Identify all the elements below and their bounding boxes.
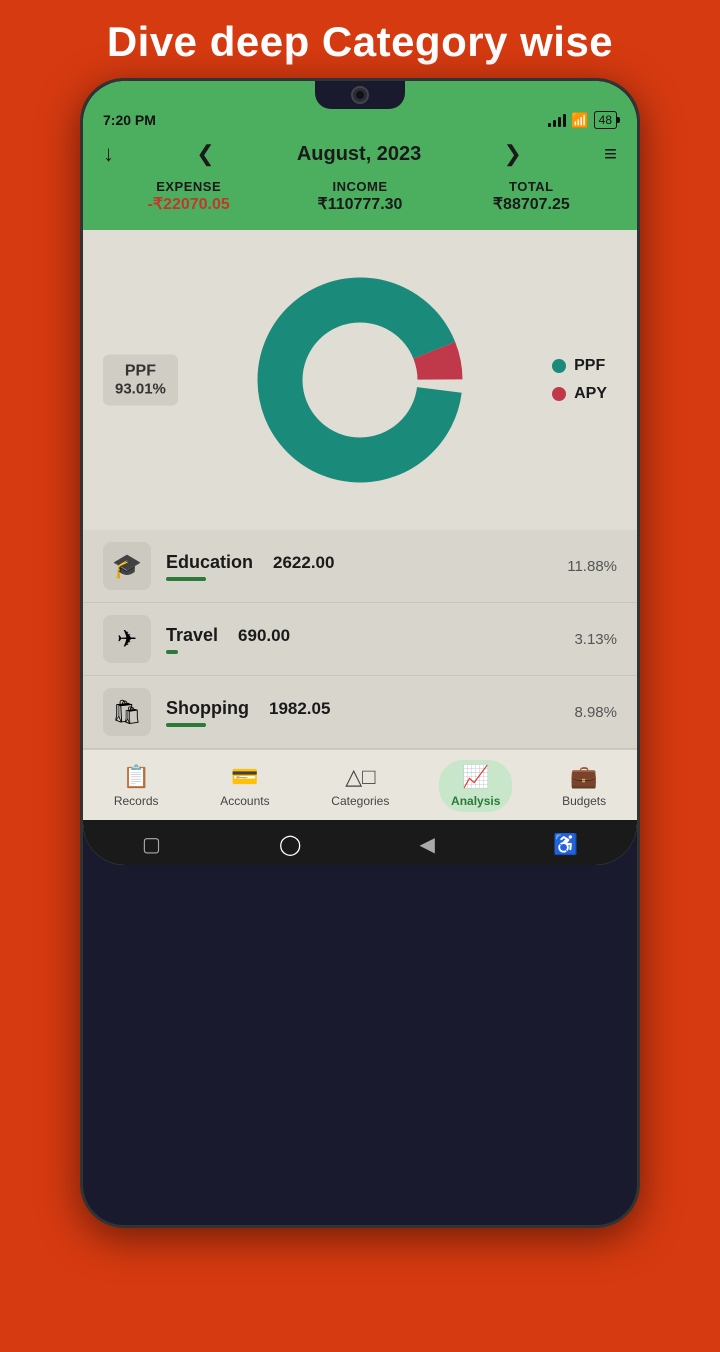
- education-amount: 2622.00: [273, 553, 334, 573]
- total-summary: TOTAL ₹88707.25: [446, 179, 617, 214]
- legend-ppf-label: PPF: [574, 357, 605, 375]
- education-icon: 🎓: [103, 542, 151, 590]
- nav-accounts[interactable]: 💳 Accounts: [208, 760, 281, 812]
- income-label: INCOME: [274, 179, 445, 194]
- budgets-label: Budgets: [562, 794, 606, 808]
- records-icon: 📋: [122, 764, 149, 790]
- shopping-bar: [166, 723, 206, 727]
- home-indicator: ▢ ◯ ◀ ♿: [83, 820, 637, 865]
- category-item-shopping[interactable]: 🛍 Shopping 1982.05 8.98%: [83, 676, 637, 749]
- records-label: Records: [114, 794, 159, 808]
- home-btn[interactable]: ◯: [279, 832, 301, 857]
- expense-label: EXPENSE: [103, 179, 274, 194]
- legend-apy: APY: [552, 385, 607, 403]
- download-icon[interactable]: ↓: [103, 141, 114, 167]
- side-button-right: [638, 281, 640, 361]
- chart-area: PPF 93.01%: [83, 230, 637, 530]
- prev-month-icon[interactable]: ❮: [196, 141, 214, 167]
- shopping-pct: 8.98%: [562, 704, 617, 721]
- travel-bar: [166, 650, 178, 654]
- app-header: ↓ ❮ August, 2023 ❯ ≡ EXPENSE -₹22070.05 …: [83, 133, 637, 230]
- education-name-row: Education 2622.00: [166, 552, 547, 573]
- camera-lens: [351, 86, 369, 104]
- status-time: 7:20 PM: [103, 112, 156, 128]
- camera-bump: [315, 81, 405, 109]
- legend-box: PPF APY: [552, 357, 607, 403]
- travel-name-row: Travel 690.00: [166, 625, 547, 646]
- battery-icon: 48: [594, 111, 617, 129]
- summary-row: EXPENSE -₹22070.05 INCOME ₹110777.30 TOT…: [103, 175, 617, 218]
- donut-inner: [308, 328, 412, 432]
- legend-apy-dot: [552, 387, 566, 401]
- month-display: August, 2023: [297, 143, 421, 166]
- accounts-label: Accounts: [220, 794, 269, 808]
- legend-ppf-dot: [552, 359, 566, 373]
- travel-pct: 3.13%: [562, 631, 617, 648]
- expense-value: -₹22070.05: [103, 194, 274, 214]
- education-name: Education: [166, 552, 253, 573]
- phone-frame: 7:20 PM 📶 48 ↓ ❮ August, 2: [80, 78, 640, 1228]
- total-label: TOTAL: [446, 179, 617, 194]
- recent-apps-btn[interactable]: ▢: [142, 832, 161, 857]
- shopping-amount: 1982.05: [269, 699, 330, 719]
- shopping-info: Shopping 1982.05: [166, 698, 547, 727]
- filter-icon[interactable]: ≡: [604, 141, 617, 167]
- chart-label-box: PPF 93.01%: [103, 355, 178, 406]
- travel-amount: 690.00: [238, 626, 290, 646]
- shopping-name: Shopping: [166, 698, 249, 719]
- phone-screen: 7:20 PM 📶 48 ↓ ❮ August, 2: [83, 81, 637, 865]
- income-value: ₹110777.30: [274, 194, 445, 214]
- signal-icon: [548, 113, 566, 127]
- chart-label-pct: 93.01%: [115, 381, 166, 398]
- page-title: Dive deep Category wise: [0, 0, 720, 78]
- categories-label: Categories: [331, 794, 389, 808]
- donut-svg: [240, 260, 480, 500]
- categories-icon: △□: [345, 764, 375, 790]
- wifi-icon: 📶: [571, 112, 588, 129]
- bottom-nav: 📋 Records 💳 Accounts △□ Categories 📈 Ana…: [83, 749, 637, 820]
- nav-categories[interactable]: △□ Categories: [319, 760, 401, 812]
- category-item-education[interactable]: 🎓 Education 2622.00 11.88%: [83, 530, 637, 603]
- legend-ppf: PPF: [552, 357, 607, 375]
- chart-label-name: PPF: [115, 363, 166, 381]
- phone-frame-wrapper: 7:20 PM 📶 48 ↓ ❮ August, 2: [0, 78, 720, 1228]
- budgets-icon: 💼: [570, 764, 597, 790]
- expense-summary: EXPENSE -₹22070.05: [103, 179, 274, 214]
- category-item-travel[interactable]: ✈ Travel 690.00 3.13%: [83, 603, 637, 676]
- travel-name: Travel: [166, 625, 218, 646]
- total-value: ₹88707.25: [446, 194, 617, 214]
- shopping-icon: 🛍: [103, 688, 151, 736]
- back-btn[interactable]: ◀: [420, 832, 435, 857]
- analysis-icon: 📈: [462, 764, 489, 790]
- education-pct: 11.88%: [562, 558, 617, 575]
- header-nav: ↓ ❮ August, 2023 ❯ ≡: [103, 141, 617, 167]
- legend-apy-label: APY: [574, 385, 607, 403]
- accessibility-btn[interactable]: ♿: [553, 832, 578, 857]
- education-info: Education 2622.00: [166, 552, 547, 581]
- donut-chart: [240, 260, 480, 500]
- education-bar: [166, 577, 206, 581]
- category-list: 🎓 Education 2622.00 11.88% ✈: [83, 530, 637, 749]
- nav-records[interactable]: 📋 Records: [102, 760, 171, 812]
- next-month-icon[interactable]: ❯: [503, 141, 521, 167]
- nav-budgets[interactable]: 💼 Budgets: [550, 760, 618, 812]
- status-icons: 📶 48: [548, 111, 617, 129]
- travel-info: Travel 690.00: [166, 625, 547, 654]
- travel-icon: ✈: [103, 615, 151, 663]
- side-button-left: [80, 281, 82, 341]
- income-summary: INCOME ₹110777.30: [274, 179, 445, 214]
- shopping-name-row: Shopping 1982.05: [166, 698, 547, 719]
- nav-analysis[interactable]: 📈 Analysis: [439, 760, 512, 812]
- analysis-label: Analysis: [451, 794, 500, 808]
- accounts-icon: 💳: [231, 764, 258, 790]
